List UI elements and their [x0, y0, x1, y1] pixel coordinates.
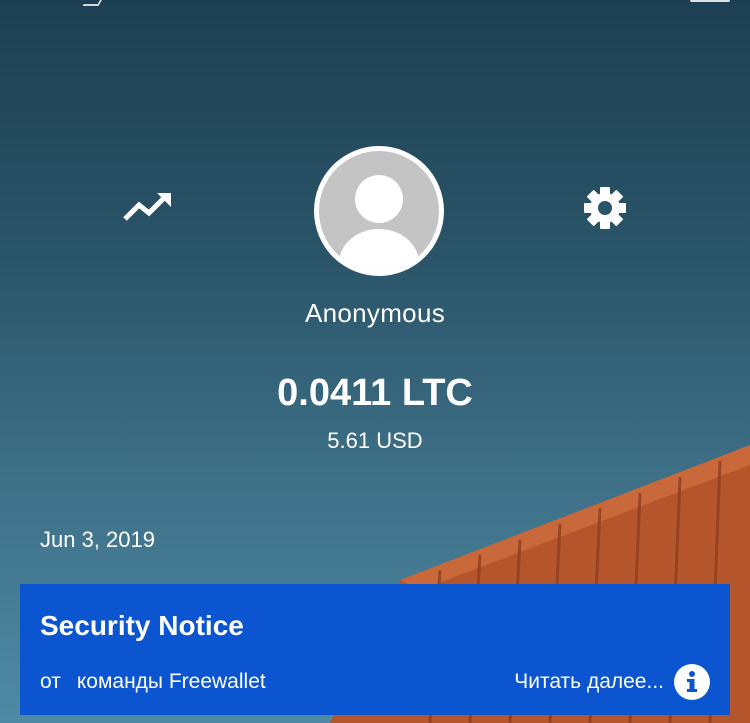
notice-source: от команды Freewallet [40, 670, 266, 694]
info-icon[interactable] [674, 664, 710, 700]
notice-from-word: от [40, 670, 61, 693]
crypto-balance: 0.0411 LTC [277, 372, 473, 414]
username: Anonymous [305, 298, 445, 328]
menu-icon[interactable] [690, 0, 730, 2]
default-avatar-icon [319, 151, 439, 271]
gear-icon [584, 187, 626, 229]
notice-title: Security Notice [40, 610, 244, 641]
feed-date: Jun 3, 2019 [40, 527, 155, 552]
read-more-link[interactable]: Читать далее... [514, 670, 664, 694]
avatar[interactable] [314, 146, 444, 276]
fiat-balance: 5.61 USD [327, 428, 423, 453]
trending-up-icon [123, 193, 171, 221]
security-notice-card[interactable]: Security Notice от команды Freewallet Чит… [20, 584, 730, 715]
settings-button[interactable] [575, 178, 635, 238]
notice-team: команды Freewallet [76, 670, 266, 693]
back-chevron-icon[interactable] [82, 0, 106, 6]
trending-up-button[interactable] [117, 178, 177, 238]
